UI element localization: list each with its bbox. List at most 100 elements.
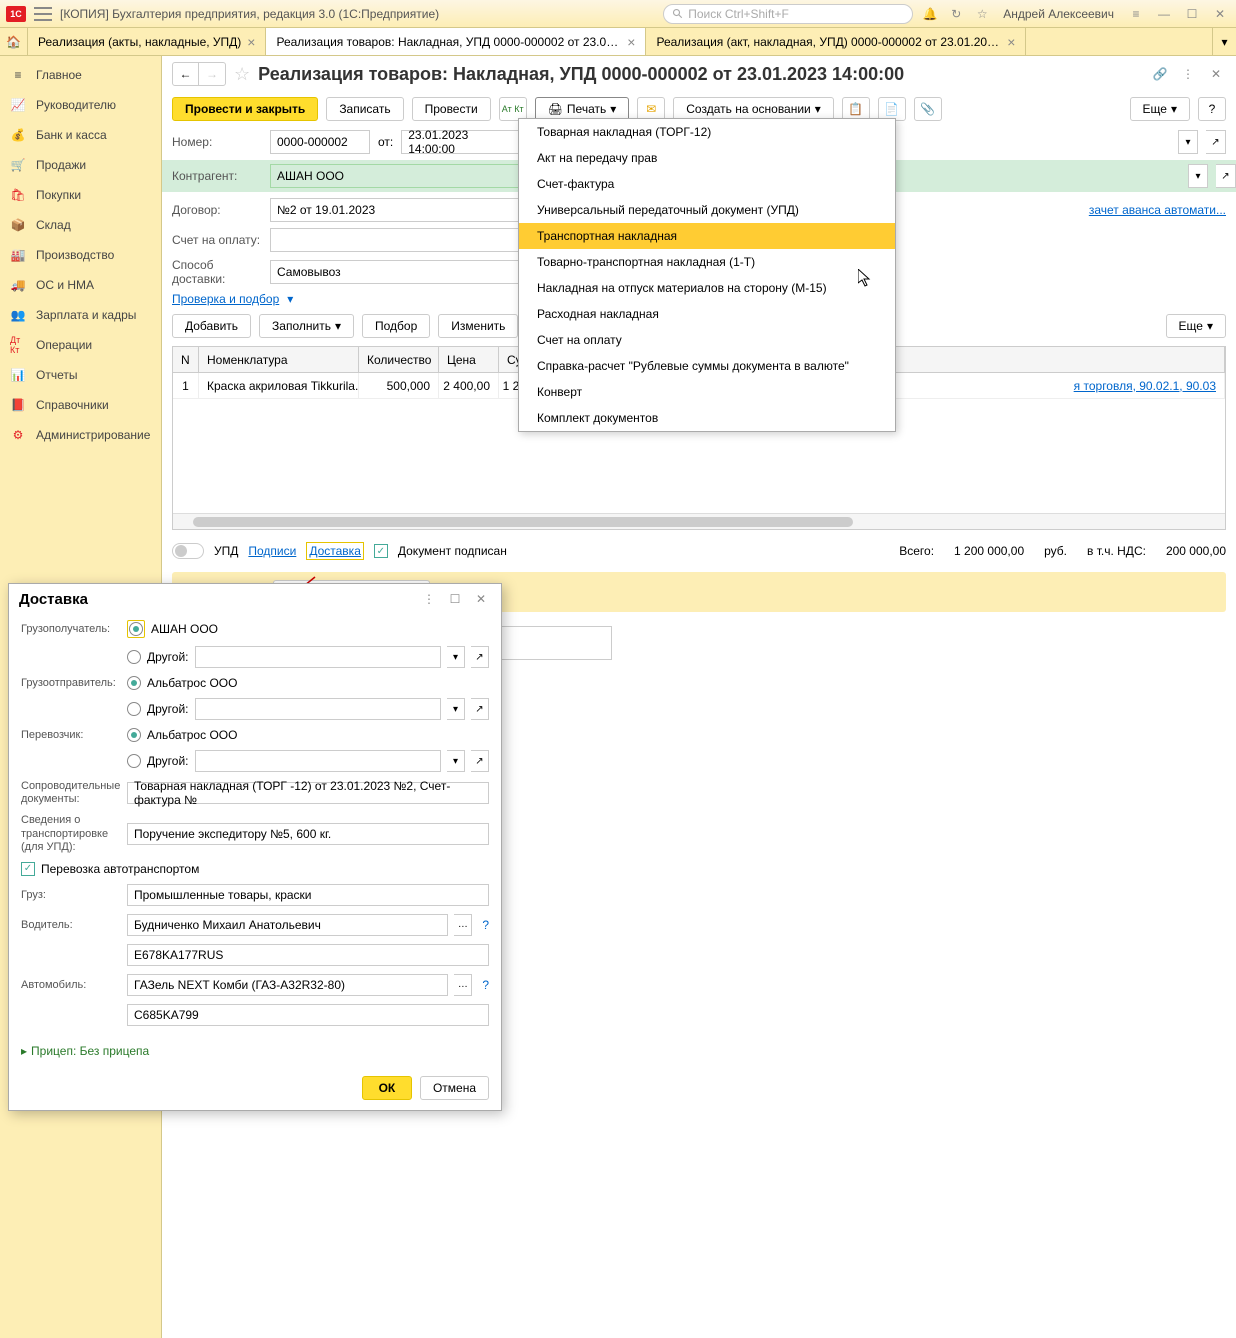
close-doc-icon[interactable]: ✕ (1206, 64, 1226, 84)
tab-close-icon[interactable]: × (627, 34, 635, 50)
plate-input[interactable]: C685KA799 (127, 1004, 489, 1026)
info-input[interactable]: Поручение экспедитору №5, 600 кг. (127, 823, 489, 845)
sidebar-item-refs[interactable]: 📕Справочники (0, 390, 161, 420)
menu-item-highlighted[interactable]: Транспортная накладная (519, 223, 895, 249)
auto-checkbox[interactable]: ✓ (21, 862, 35, 876)
sidebar-item-operations[interactable]: Дт КтОперации (0, 330, 161, 360)
driver-input[interactable]: Будниченко Михаил Анатольевич (127, 914, 448, 936)
consignee-radio[interactable] (129, 622, 143, 636)
more-button-2[interactable]: Еще▾ (1166, 314, 1226, 338)
menu-item[interactable]: Счет-фактура (519, 171, 895, 197)
th-price[interactable]: Цена (439, 347, 499, 372)
more-icon[interactable]: ⋮ (1178, 64, 1198, 84)
trailer-link[interactable]: ▸Прицеп: Без прицепа (9, 1040, 501, 1066)
fill-button[interactable]: Заполнить▾ (259, 314, 354, 338)
tab-1[interactable]: Реализация товаров: Накладная, УПД 0000-… (266, 28, 646, 55)
th-qty[interactable]: Количество (359, 347, 439, 372)
save-close-button[interactable]: Провести и закрыть (172, 97, 318, 121)
popup-close-icon[interactable]: ✕ (471, 589, 491, 609)
pick-btn[interactable]: … (454, 914, 472, 936)
help-icon[interactable]: ? (482, 918, 489, 932)
tabs-dropdown[interactable]: ▾ (1212, 28, 1236, 55)
home-tab[interactable]: 🏠 (0, 28, 28, 55)
tab-2[interactable]: Реализация (акт, накладная, УПД) 0000-00… (646, 28, 1026, 55)
open-btn[interactable]: ↗ (471, 750, 489, 772)
menu-item[interactable]: Справка-расчет "Рублевые суммы документа… (519, 353, 895, 379)
open-btn[interactable]: ↗ (1216, 164, 1236, 188)
nav-back-button[interactable]: ← (173, 63, 199, 85)
ok-button[interactable]: ОК (362, 1076, 412, 1100)
history-icon[interactable]: ↻ (947, 5, 965, 23)
tab-close-icon[interactable]: × (247, 34, 255, 50)
help-button[interactable]: ? (1198, 97, 1226, 121)
minimize-button[interactable]: — (1154, 5, 1174, 23)
close-button[interactable]: ✕ (1210, 5, 1230, 23)
sidebar-item-reports[interactable]: 📊Отчеты (0, 360, 161, 390)
shipper-radio[interactable] (127, 676, 141, 690)
search-input[interactable]: Поиск Ctrl+Shift+F (663, 4, 913, 24)
car-input[interactable]: ГАЗель NEXT Комби (ГАЗ-А32R32-80) (127, 974, 448, 996)
menu-item[interactable]: Комплект документов (519, 405, 895, 431)
menu-item[interactable]: Акт на передачу прав (519, 145, 895, 171)
signed-checkbox[interactable]: ✓ (374, 544, 388, 558)
menu-item[interactable]: Конверт (519, 379, 895, 405)
dropdown-btn[interactable]: ▾ (447, 750, 465, 772)
cancel-button[interactable]: Отмена (420, 1076, 489, 1100)
sidebar-item-bank[interactable]: 💰Банк и касса (0, 120, 161, 150)
open-btn[interactable]: ↗ (1206, 130, 1226, 154)
tab-0[interactable]: Реализация (акты, накладные, УПД)× (28, 28, 266, 55)
other-radio-3[interactable] (127, 754, 141, 768)
dropdown-btn[interactable]: ▾ (447, 646, 465, 668)
pick-button[interactable]: Подбор (362, 314, 430, 338)
sidebar-item-production[interactable]: 🏭Производство (0, 240, 161, 270)
advance-link[interactable]: зачет аванса автомати... (1089, 203, 1226, 217)
other-input-2[interactable] (195, 698, 442, 720)
favorite-icon[interactable]: ☆ (234, 64, 250, 85)
delivery-link[interactable]: Доставка (306, 542, 364, 560)
attach-button[interactable]: 📎 (914, 97, 942, 121)
open-btn[interactable]: ↗ (471, 646, 489, 668)
carrier-radio[interactable] (127, 728, 141, 742)
pick-btn[interactable]: … (454, 974, 472, 996)
check-link[interactable]: Проверка и подбор (172, 292, 279, 306)
upd-toggle[interactable] (172, 543, 204, 559)
date-input[interactable]: 23.01.2023 14:00:00 (401, 130, 521, 154)
sidebar-item-warehouse[interactable]: 📦Склад (0, 210, 161, 240)
other-radio[interactable] (127, 650, 141, 664)
post-button[interactable]: Провести (412, 97, 491, 121)
change-button[interactable]: Изменить (438, 314, 518, 338)
open-btn[interactable]: ↗ (471, 698, 489, 720)
popup-more-icon[interactable]: ⋮ (419, 589, 439, 609)
menu-item[interactable]: Универсальный передаточный документ (УПД… (519, 197, 895, 223)
tab-close-icon[interactable]: × (1007, 34, 1015, 50)
popup-max-icon[interactable]: ☐ (445, 589, 465, 609)
menu-item[interactable]: Товарно-транспортная накладная (1-Т) (519, 249, 895, 275)
sidebar-item-hr[interactable]: 👥Зарплата и кадры (0, 300, 161, 330)
contractor-input[interactable]: АШАН ООО (270, 164, 526, 188)
settings-bars-icon[interactable]: ≡ (1126, 5, 1146, 23)
account-input[interactable] (270, 228, 526, 252)
side-burger[interactable]: ≡Главное (0, 60, 161, 90)
bell-icon[interactable]: 🔔 (921, 5, 939, 23)
link-icon[interactable]: 🔗 (1150, 64, 1170, 84)
star-icon[interactable]: ☆ (973, 5, 991, 23)
sidebar-item-sales[interactable]: 🛒Продажи (0, 150, 161, 180)
other-input[interactable] (195, 646, 442, 668)
number-input[interactable]: 0000-000002 (270, 130, 370, 154)
help-icon[interactable]: ? (482, 978, 489, 992)
menu-item[interactable]: Счет на оплату (519, 327, 895, 353)
dropdown-btn[interactable]: ▾ (447, 698, 465, 720)
dropdown-btn[interactable]: ▾ (1178, 130, 1198, 154)
account-link[interactable]: я торговля, 90.02.1, 90.03 (1074, 379, 1216, 393)
username[interactable]: Андрей Алексеевич (1003, 7, 1114, 21)
menu-item[interactable]: Накладная на отпуск материалов на сторон… (519, 275, 895, 301)
other-input-3[interactable] (195, 750, 442, 772)
dropdown-btn[interactable]: ▾ (1188, 164, 1208, 188)
save-button[interactable]: Записать (326, 97, 403, 121)
sidebar-item-manager[interactable]: 📈Руководителю (0, 90, 161, 120)
signs-link[interactable]: Подписи (248, 544, 296, 558)
menu-item[interactable]: Товарная накладная (ТОРГ-12) (519, 119, 895, 145)
hamburger-icon[interactable] (34, 7, 52, 21)
other-radio-2[interactable] (127, 702, 141, 716)
sidebar-item-assets[interactable]: 🚚ОС и НМА (0, 270, 161, 300)
